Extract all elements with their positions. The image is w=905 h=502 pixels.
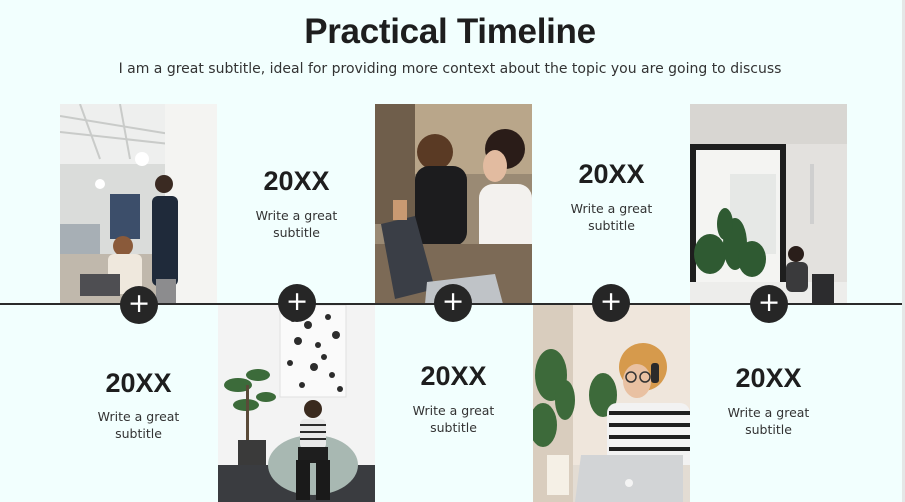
timeline-subtitle-2: Write a great subtitle [218, 207, 375, 241]
slide-title: Practical Timeline [304, 12, 596, 51]
photo-office-plants [690, 104, 847, 304]
plus-icon[interactable]: + [434, 284, 472, 322]
timeline-subtitle-2-line2: subtitle [273, 225, 320, 240]
timeline-subtitle-3-line2: subtitle [430, 420, 477, 435]
timeline-subtitle-1-line1: Write a great [97, 409, 180, 424]
photo-man-beanbag [218, 305, 375, 502]
timeline-year-3: 20XX [420, 361, 487, 391]
timeline-subtitle-4-line2: subtitle [588, 218, 635, 233]
slide: Practical Timeline I am a great subtitle… [0, 0, 905, 502]
timeline-subtitle-2-line1: Write a great [255, 208, 338, 223]
timeline-subtitle-3: Write a great subtitle [375, 402, 532, 436]
timeline-subtitle-5-line2: subtitle [745, 422, 792, 437]
timeline-year-5: 20XX [735, 363, 802, 393]
plus-icon[interactable]: + [278, 284, 316, 322]
timeline-subtitle-1: Write a great subtitle [60, 408, 217, 442]
timeline-subtitle-4: Write a great subtitle [533, 200, 690, 234]
timeline-subtitle-5-line1: Write a great [727, 405, 810, 420]
timeline-subtitle-4-line1: Write a great [570, 201, 653, 216]
photo-office-meeting [60, 104, 217, 304]
timeline-year-2: 20XX [263, 166, 330, 196]
photo-woman-phone [533, 305, 690, 502]
timeline-year-4: 20XX [578, 159, 645, 189]
timeline-subtitle-5: Write a great subtitle [690, 404, 847, 438]
plus-icon[interactable]: + [120, 286, 158, 324]
slide-subtitle: I am a great subtitle, ideal for providi… [118, 61, 782, 77]
timeline-year-1: 20XX [105, 368, 172, 398]
plus-icon[interactable]: + [750, 285, 788, 323]
plus-icon[interactable]: + [592, 284, 630, 322]
timeline-subtitle-1-line2: subtitle [115, 426, 162, 441]
timeline-subtitle-3-line1: Write a great [412, 403, 495, 418]
photo-people-laptops [375, 104, 532, 304]
